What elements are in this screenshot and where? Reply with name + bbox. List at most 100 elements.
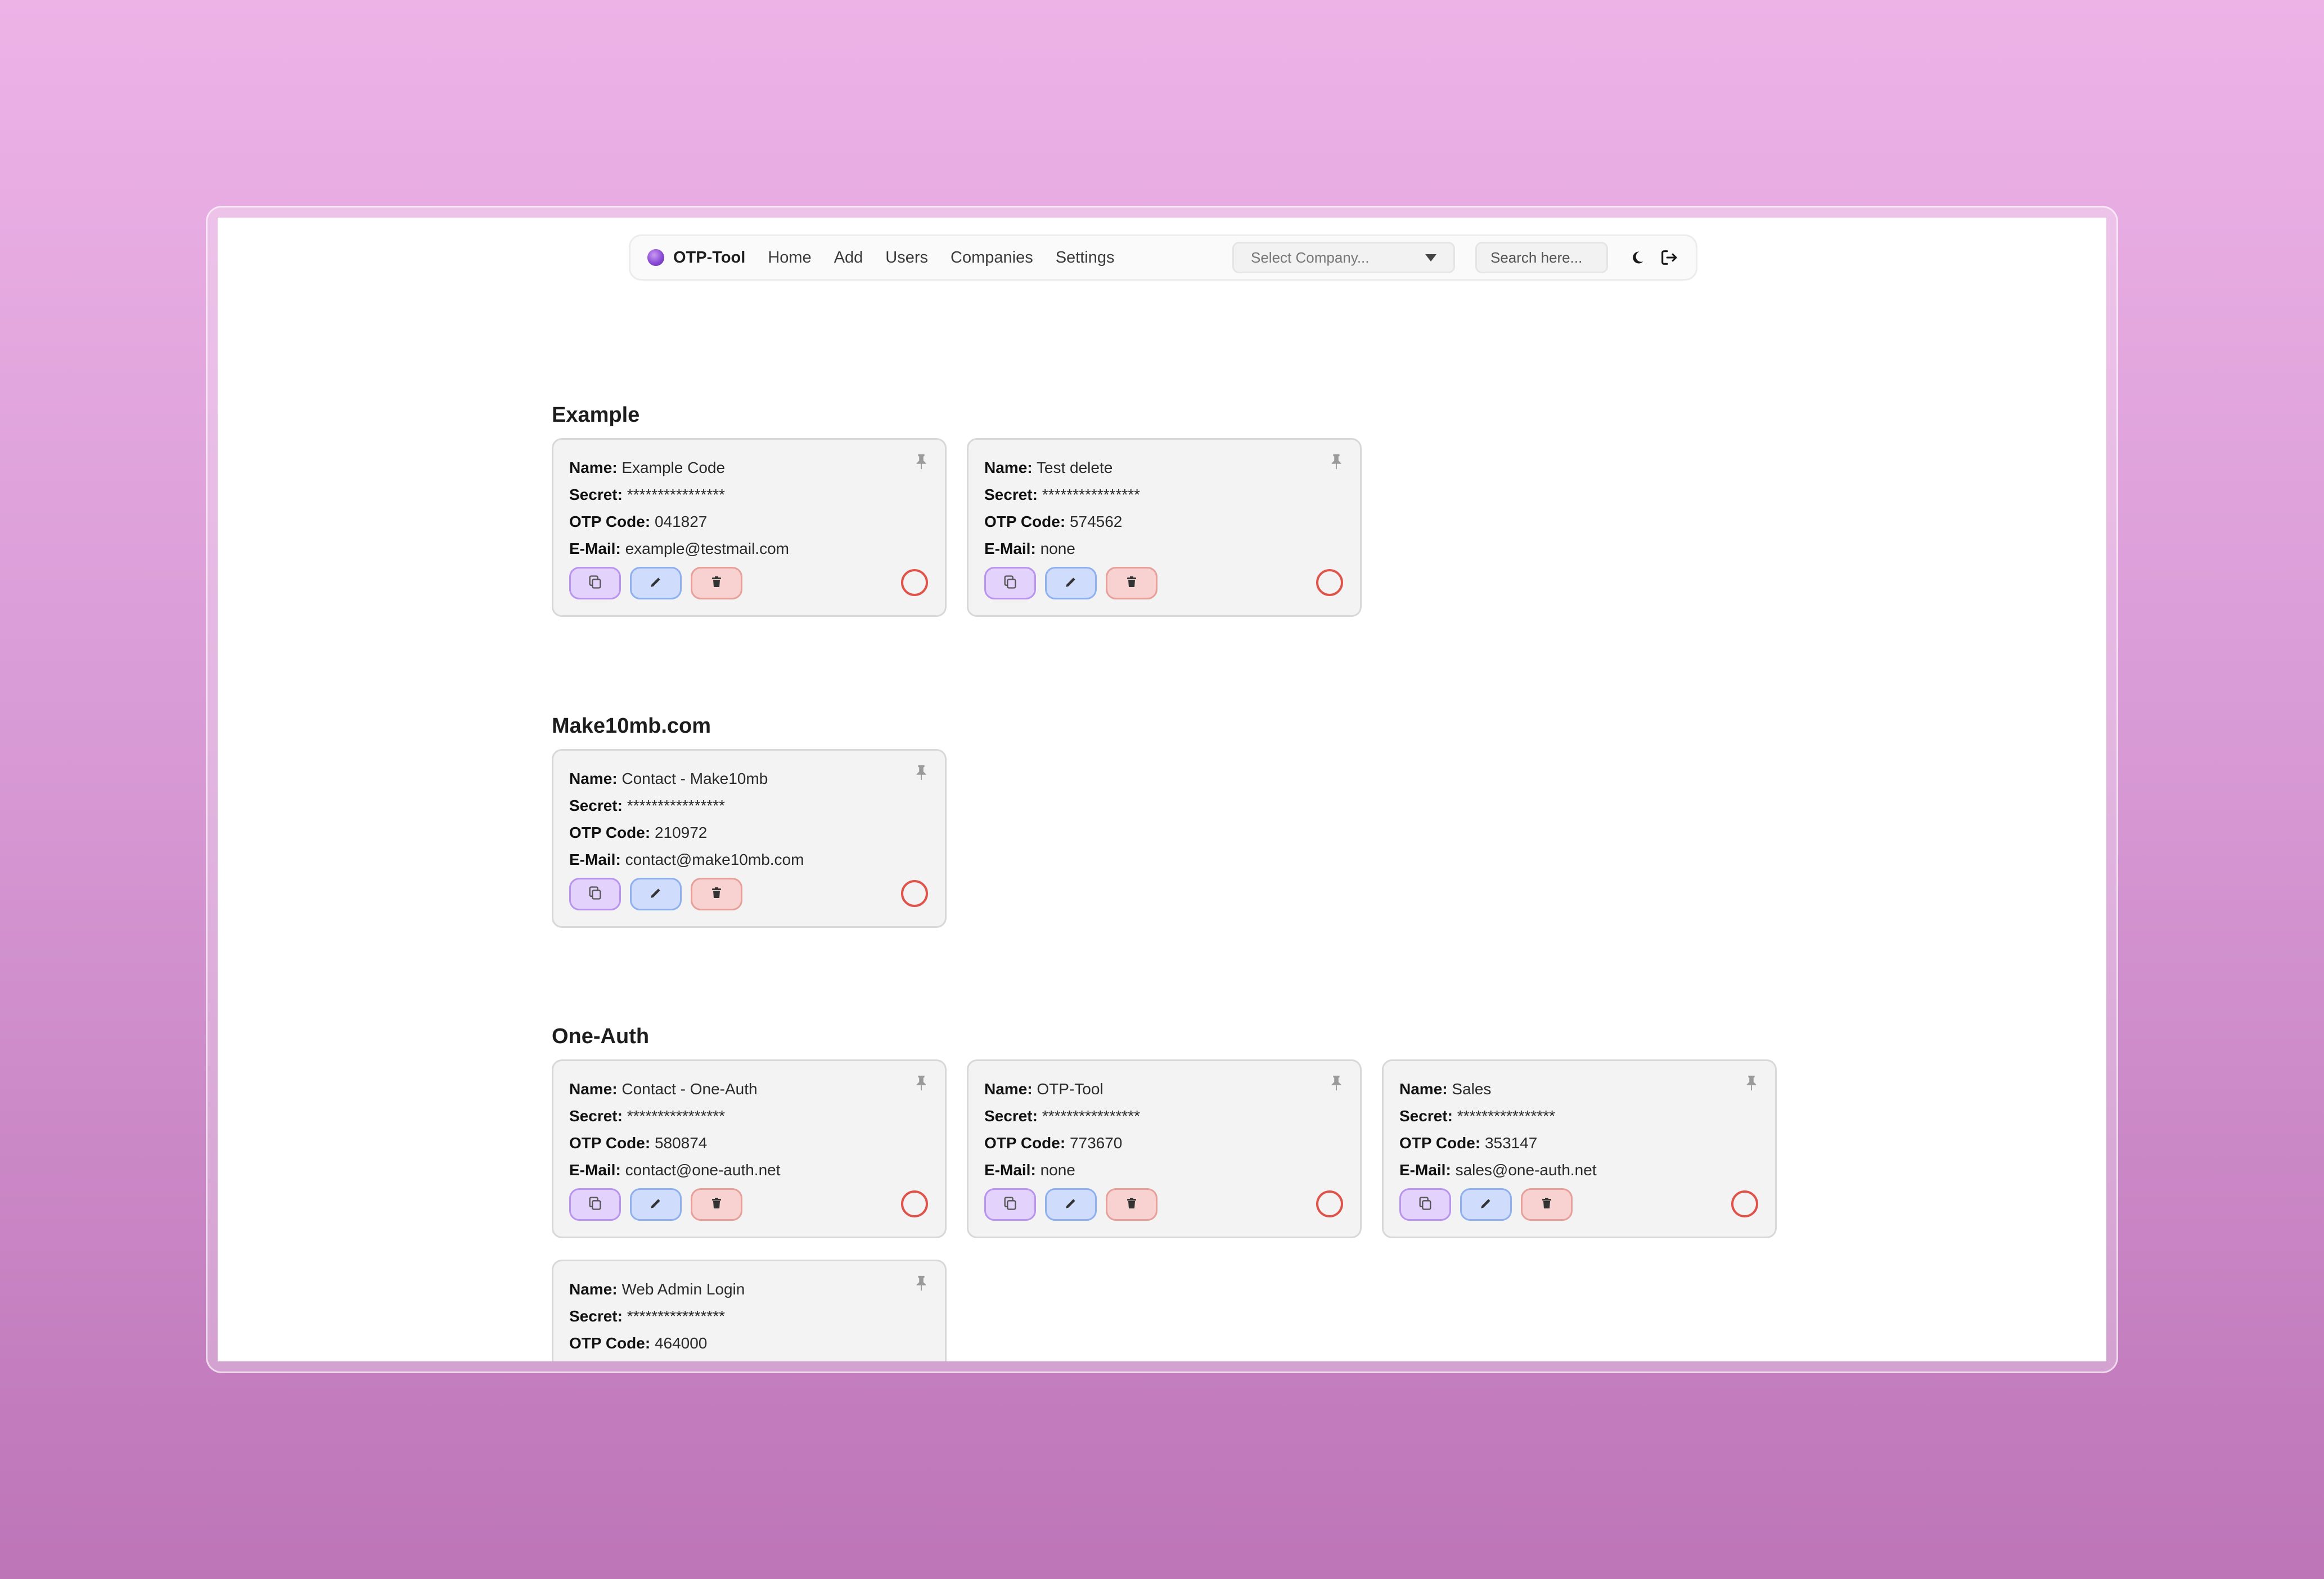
edit-button[interactable]	[1045, 567, 1097, 599]
nav-link-users[interactable]: Users	[885, 249, 928, 267]
brand-name: OTP-Tool	[673, 248, 746, 267]
countdown-ring-icon	[1730, 1189, 1759, 1219]
copy-button[interactable]	[984, 567, 1036, 599]
card-secret-label: Secret:	[569, 797, 623, 814]
nav-link-add[interactable]: Add	[834, 249, 863, 267]
pin-icon[interactable]	[915, 1075, 928, 1091]
pin-icon[interactable]	[915, 1275, 928, 1292]
card-actions	[984, 1188, 1166, 1221]
card-email-value: none	[1040, 540, 1075, 557]
card-otp-value: 353147	[1484, 1134, 1538, 1152]
navbar: OTP-Tool Home Add Users Companies Settin…	[629, 234, 1697, 281]
pencil-icon	[648, 575, 663, 592]
trash-icon	[710, 1196, 723, 1213]
pencil-icon	[1064, 1196, 1078, 1213]
delete-button[interactable]	[1106, 567, 1158, 599]
card-otp-label: OTP Code:	[569, 1134, 651, 1152]
card-name-row: Name: Example Code	[569, 454, 929, 481]
app-window: OTP-Tool Home Add Users Companies Settin…	[206, 206, 2118, 1373]
otp-card: Name: Contact - One-Auth Secret: ********…	[552, 1059, 947, 1238]
edit-button[interactable]	[630, 1188, 682, 1221]
trash-icon	[1125, 1196, 1138, 1213]
edit-button[interactable]	[1045, 1188, 1097, 1221]
delete-button[interactable]	[691, 1188, 742, 1221]
edit-button[interactable]	[630, 567, 682, 599]
logout-icon[interactable]	[1659, 247, 1679, 268]
card-otp-value: 210972	[654, 824, 708, 841]
card-name-label: Name:	[569, 1280, 618, 1298]
card-email-value: none	[1040, 1161, 1075, 1179]
logo-icon	[647, 249, 664, 266]
card-name-label: Name:	[569, 1080, 618, 1098]
card-name-label: Name:	[984, 1080, 1033, 1098]
card-email-label: E-Mail:	[569, 540, 621, 557]
copy-icon	[587, 885, 603, 904]
card-name-row: Name: Web Admin Login	[569, 1276, 929, 1303]
delete-button[interactable]	[1521, 1188, 1573, 1221]
pin-icon[interactable]	[915, 764, 928, 781]
card-actions	[1399, 1188, 1582, 1221]
search-input[interactable]: Search here...	[1475, 242, 1608, 273]
pin-icon[interactable]	[915, 453, 928, 470]
copy-button[interactable]	[1399, 1188, 1451, 1221]
delete-button[interactable]	[691, 567, 742, 599]
copy-button[interactable]	[569, 878, 621, 910]
copy-button[interactable]	[569, 567, 621, 599]
card-secret-row: Secret: ****************	[569, 1103, 929, 1130]
copy-button[interactable]	[569, 1188, 621, 1221]
pencil-icon	[1064, 575, 1078, 592]
card-name-value: Example Code	[621, 459, 726, 476]
otp-card: Name: Contact - Make10mb Secret: ********…	[552, 749, 947, 928]
page: OTP-Tool Home Add Users Companies Settin…	[218, 218, 2106, 1361]
section-title: Example	[552, 403, 640, 427]
delete-button[interactable]	[691, 878, 742, 910]
otp-card: Name: OTP-Tool Secret: **************** OT…	[967, 1059, 1362, 1238]
card-secret-value: ****************	[627, 797, 726, 814]
countdown-ring-icon	[900, 568, 929, 597]
company-select[interactable]: Select Company...	[1232, 242, 1455, 273]
copy-icon	[1417, 1195, 1433, 1214]
card-name-value: Contact - Make10mb	[621, 770, 768, 787]
trash-icon	[710, 886, 723, 903]
card-actions	[569, 1188, 751, 1221]
card-email-value: contact@make10mb.com	[625, 851, 804, 868]
edit-button[interactable]	[630, 878, 682, 910]
card-otp-label: OTP Code:	[984, 513, 1066, 530]
card-name-row: Name: Contact - Make10mb	[569, 765, 929, 792]
card-secret-label: Secret:	[569, 1307, 623, 1325]
card-name-row: Name: Test delete	[984, 454, 1344, 481]
brand[interactable]: OTP-Tool	[647, 249, 745, 267]
card-email-label: E-Mail:	[569, 1161, 621, 1179]
card-name-value: Sales	[1452, 1080, 1492, 1098]
nav-link-settings[interactable]: Settings	[1056, 249, 1115, 267]
copy-icon	[1002, 1195, 1018, 1214]
card-otp-label: OTP Code:	[984, 1134, 1066, 1152]
company-select-placeholder: Select Company...	[1251, 249, 1370, 266]
card-otp-value: 464000	[654, 1334, 708, 1352]
trash-icon	[1125, 575, 1138, 592]
card-actions	[569, 878, 751, 910]
pin-icon[interactable]	[1330, 1075, 1343, 1091]
card-otp-value: 041827	[654, 513, 708, 530]
delete-button[interactable]	[1106, 1188, 1158, 1221]
pencil-icon	[648, 1196, 663, 1213]
pin-icon[interactable]	[1745, 1075, 1758, 1091]
card-name-value: Test delete	[1036, 459, 1113, 476]
card-otp-row: OTP Code: 574562	[984, 508, 1344, 535]
moon-icon[interactable]	[1627, 247, 1647, 268]
card-email-value: contact@one-auth.net	[625, 1161, 781, 1179]
card-email-label: E-Mail:	[984, 1161, 1036, 1179]
card-otp-row: OTP Code: 041827	[569, 508, 929, 535]
nav-link-home[interactable]: Home	[768, 249, 811, 267]
card-email-label: E-Mail:	[984, 540, 1036, 557]
copy-button[interactable]	[984, 1188, 1036, 1221]
card-otp-label: OTP Code:	[569, 1334, 651, 1352]
card-otp-value: 574562	[1069, 513, 1123, 530]
card-name-row: Name: OTP-Tool	[984, 1076, 1344, 1103]
edit-button[interactable]	[1460, 1188, 1512, 1221]
card-otp-row: OTP Code: 773670	[984, 1130, 1344, 1157]
card-secret-row: Secret: ****************	[984, 1103, 1344, 1130]
nav-link-companies[interactable]: Companies	[951, 249, 1033, 267]
pin-icon[interactable]	[1330, 453, 1343, 470]
pencil-icon	[648, 886, 663, 903]
